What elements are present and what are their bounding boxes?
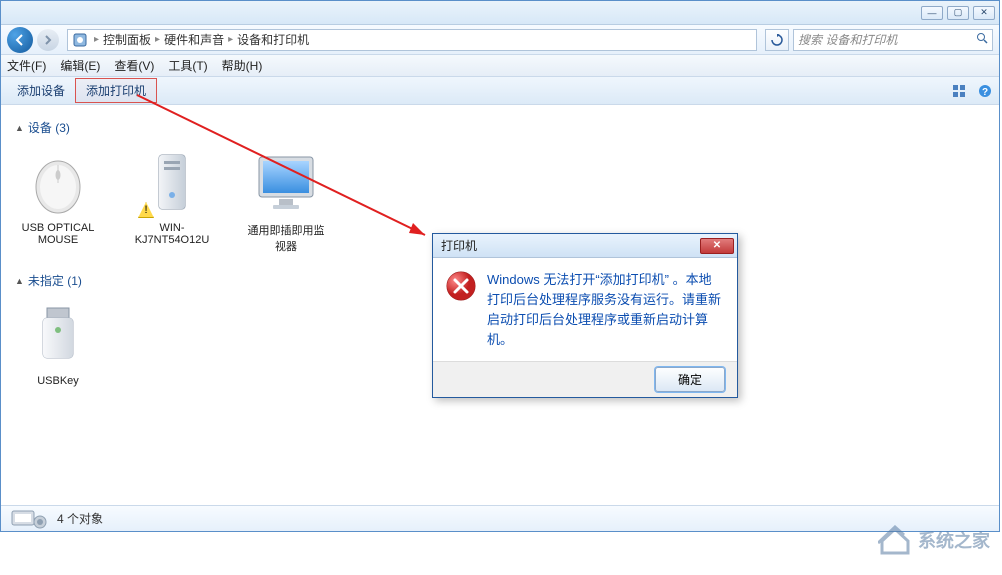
dialog-title: 打印机 [441,237,477,254]
window-controls: — ▢ ✕ [921,6,995,20]
dialog-ok-button[interactable]: 确定 [655,367,725,392]
collapse-icon: ▲ [15,123,24,133]
device-label: WIN-KJ7NT54O12U [129,222,215,246]
watermark: 系统之家 [878,525,990,555]
dialog-body: Windows 无法打开“添加打印机” 。本地打印后台处理程序服务没有运行。请重… [433,258,737,361]
menubar: 文件(F) 编辑(E) 查看(V) 工具(T) 帮助(H) [1,55,999,77]
breadcrumb-item[interactable]: 控制面板 [103,31,151,48]
add-printer-button[interactable]: 添加打印机 [75,78,157,103]
dialog-close-button[interactable]: ✕ [700,238,734,254]
help-icon[interactable]: ? [977,83,993,99]
device-label: 通用即插即用监视器 [243,222,329,254]
status-count: 4 个对象 [57,510,103,527]
status-devices-icon [9,508,49,530]
titlebar: — ▢ ✕ [1,1,999,25]
pc-icon: ! [136,146,208,218]
nav-forward-button[interactable] [37,29,59,51]
monitor-icon [250,146,322,218]
svg-text:?: ? [982,87,988,98]
refresh-button[interactable] [765,29,789,51]
device-item-pc[interactable]: ! WIN-KJ7NT54O12U [129,146,215,254]
menu-file[interactable]: 文件(F) [7,57,46,74]
menu-tools[interactable]: 工具(T) [168,57,207,74]
breadcrumb-sep-icon: ▸ [155,34,160,45]
device-label: USB OPTICAL MOUSE [15,222,101,246]
minimize-button[interactable]: — [921,6,943,20]
device-label: USBKey [15,375,101,387]
statusbar: 4 个对象 [1,505,999,531]
add-device-button[interactable]: 添加设备 [7,79,75,102]
device-item-mouse[interactable]: USB OPTICAL MOUSE [15,146,101,254]
close-button[interactable]: ✕ [973,6,995,20]
breadcrumb[interactable]: ▸ 控制面板 ▸ 硬件和声音 ▸ 设备和打印机 [67,29,757,51]
dialog-footer: 确定 [433,361,737,397]
control-panel-icon [72,32,88,48]
devices-section-header[interactable]: ▲ 设备 (3) [15,119,985,136]
view-options-icon[interactable] [951,83,967,99]
mouse-icon [22,146,94,218]
maximize-button[interactable]: ▢ [947,6,969,20]
dialog-message: Windows 无法打开“添加打印机” 。本地打印后台处理程序服务没有运行。请重… [487,270,723,351]
breadcrumb-item[interactable]: 设备和打印机 [237,31,309,48]
watermark-logo-icon [878,525,912,555]
menu-help[interactable]: 帮助(H) [222,57,263,74]
menu-view[interactable]: 查看(V) [114,57,154,74]
error-icon [445,270,477,302]
dialog-titlebar[interactable]: 打印机 ✕ [433,234,737,258]
device-item-monitor[interactable]: 通用即插即用监视器 [243,146,329,254]
breadcrumb-sep-icon: ▸ [228,34,233,45]
menu-edit[interactable]: 编辑(E) [60,57,100,74]
search-input[interactable]: 搜索 设备和打印机 [793,29,993,51]
navbar: ▸ 控制面板 ▸ 硬件和声音 ▸ 设备和打印机 搜索 设备和打印机 [1,25,999,55]
devices-section-title: 设备 (3) [28,119,70,136]
watermark-text: 系统之家 [918,527,990,553]
breadcrumb-item[interactable]: 硬件和声音 [164,31,224,48]
printer-error-dialog: 打印机 ✕ Windows 无法打开“添加打印机” 。本地打印后台处理程序服务没… [432,233,738,398]
nav-back-button[interactable] [7,27,33,53]
device-item-usbkey[interactable]: USBKey [15,299,101,387]
usb-icon [22,299,94,371]
search-placeholder: 搜索 设备和打印机 [798,31,897,48]
toolbar: 添加设备 添加打印机 ? [1,77,999,105]
unspecified-section-title: 未指定 (1) [28,272,82,289]
breadcrumb-sep-icon: ▸ [94,34,99,45]
collapse-icon: ▲ [15,276,24,286]
search-icon [976,32,988,47]
